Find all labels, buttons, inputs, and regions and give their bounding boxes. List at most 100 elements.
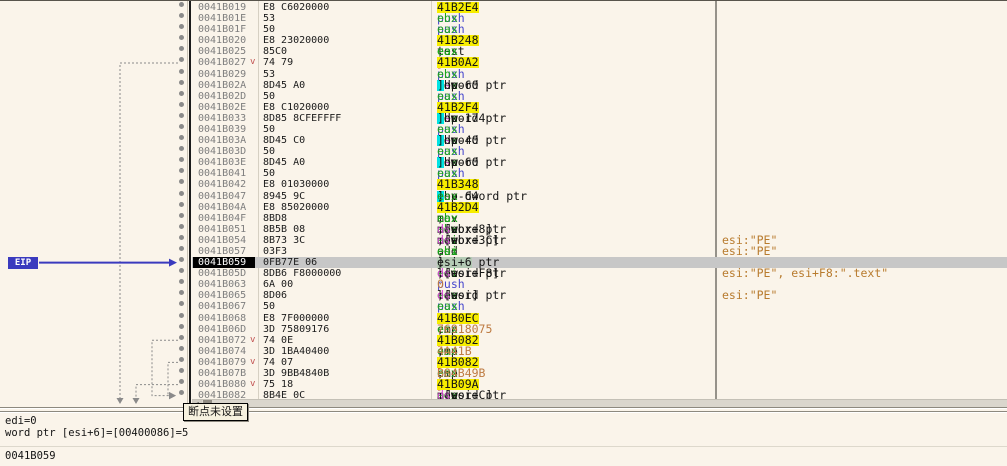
disasm-row[interactable]: 0041B02D50push eax (0, 91, 1007, 102)
breakpoint-dot[interactable] (179, 168, 184, 173)
breakpoint-dot[interactable] (179, 335, 184, 340)
disasm-row[interactable]: 0041B06D3D 75809176cmp eax,76918075 (0, 324, 1007, 335)
disasm-row[interactable]: 0041B02A8D45 A0lea eax,dword ptr ss:[ebp… (0, 80, 1007, 91)
address: 0041B054 (198, 235, 256, 246)
address: 0041B01E (198, 13, 256, 24)
address: 0041B03E (198, 157, 256, 168)
breakpoint-dot[interactable] (179, 146, 184, 151)
disasm-row[interactable]: 0041B01F50push eax (0, 24, 1007, 35)
instruction-bytes: 8DB6 F8000000 (263, 268, 341, 279)
breakpoint-dot[interactable] (179, 13, 184, 18)
h-scrollbar[interactable]: ◄ (192, 399, 1007, 407)
breakpoint-dot[interactable] (179, 91, 184, 96)
breakpoint-dot[interactable] (179, 124, 184, 129)
breakpoint-dot[interactable] (179, 157, 184, 162)
disasm-row[interactable]: 0041B02585C0test eax,eax (0, 46, 1007, 57)
breakpoint-dot[interactable] (179, 268, 184, 273)
breakpoint-dot[interactable] (179, 313, 184, 318)
address: 0041B02D (198, 91, 256, 102)
instruction-bytes: E8 23020000 (263, 35, 329, 46)
instruction-bytes: 50 (263, 168, 275, 179)
address: 0041B03A (198, 135, 256, 146)
disasm-row[interactable]: 0041B04AE8 85020000call 41B2D4 (0, 202, 1007, 213)
instruction-bytes: 50 (263, 301, 275, 312)
address: 0041B027 (198, 57, 256, 68)
disasm-row[interactable]: 0041B04150push eax (0, 168, 1007, 179)
breakpoint-dot[interactable] (179, 179, 184, 184)
disasm-row[interactable]: 0041B0743D 1BA40400cmp eax,4A41B (0, 346, 1007, 357)
breakpoint-dot[interactable] (179, 368, 184, 373)
address: 0041B033 (198, 113, 256, 124)
instruction-bytes: 0FB77E 06 (263, 257, 317, 268)
disasm-row[interactable]: 0041B0548B73 3Cmov esi,dword ptr ds:[ebx… (0, 235, 1007, 246)
address: 0041B02E (198, 102, 256, 113)
disasm-row[interactable]: 0041B019E8 C6020000call 41B2E4 (0, 2, 1007, 13)
address: 0041B04F (198, 213, 256, 224)
info-memory-value: word ptr [esi+6]=[00400086]=5 (5, 427, 188, 439)
disasm-row[interactable]: 0041B01E53push ebx (0, 13, 1007, 24)
instruction-bytes: 8D45 C0 (263, 135, 305, 146)
breakpoint-dot[interactable] (179, 290, 184, 295)
address: 0041B072 (198, 335, 256, 346)
disasm-row[interactable]: 0041B027v74 79je 41B0A2 (0, 57, 1007, 68)
breakpoint-dot[interactable] (179, 102, 184, 107)
comment: esi:"PE" (722, 290, 777, 301)
disasm-row[interactable]: 0041B020E8 23020000call 41B248 (0, 35, 1007, 46)
breakpoint-dot[interactable] (179, 279, 184, 284)
address: 0041B05D (198, 268, 256, 279)
disasm-row[interactable]: 0041B068E8 7F000000call 41B0EC (0, 313, 1007, 324)
instruction-bytes: E8 7F000000 (263, 313, 329, 324)
instruction-bytes: E8 85020000 (263, 202, 329, 213)
instruction-bytes: 75 18 (263, 379, 293, 390)
breakpoint-dot[interactable] (179, 235, 184, 240)
instruction-bytes: 3D 75809176 (263, 324, 329, 335)
breakpoint-dot[interactable] (179, 69, 184, 74)
comment: esi:"PE" (722, 246, 777, 257)
breakpoint-dot[interactable] (179, 46, 184, 51)
address: 0041B02A (198, 80, 256, 91)
breakpoint-dot[interactable] (179, 301, 184, 306)
instruction-bytes: 8D06 (263, 290, 287, 301)
breakpoint-dot[interactable] (179, 357, 184, 362)
address: 0041B06D (198, 324, 256, 335)
address: 0041B029 (198, 69, 256, 80)
breakpoint-dot[interactable] (179, 113, 184, 118)
disasm-row[interactable]: 0041B072v74 0Eje 41B082 (0, 335, 1007, 346)
instruction-bytes: 50 (263, 91, 275, 102)
breakpoint-dot[interactable] (179, 202, 184, 207)
disasm-row[interactable]: 0041B0478945 9Cmov dword ptr ss:[ebp-64]… (0, 191, 1007, 202)
info-panel-separator (0, 446, 1007, 447)
breakpoint-dot[interactable] (179, 24, 184, 29)
breakpoint-dot[interactable] (179, 135, 184, 140)
address: 0041B042 (198, 179, 256, 190)
disasm-row[interactable]: 0041B079v74 07je 41B082 (0, 357, 1007, 368)
breakpoint-dot[interactable] (179, 2, 184, 7)
comment: esi:"PE", esi+F8:".text" (722, 268, 888, 279)
breakpoint-dot[interactable] (179, 324, 184, 329)
breakpoint-dot[interactable] (179, 80, 184, 85)
disasm-row[interactable]: 0041B03A8D45 C0lea eax,dword ptr ss:[ebp… (0, 135, 1007, 146)
address: 0041B057 (198, 246, 256, 257)
breakpoint-dot[interactable] (179, 57, 184, 62)
breakpoint-dot[interactable] (179, 224, 184, 229)
pane-bottom-border-light (0, 408, 1007, 409)
disasm-row[interactable]: 0041B05D8DB6 F8000000lea esi,dword ptr d… (0, 268, 1007, 279)
disasm-row[interactable]: 0041B0338D85 8CFEFFFFlea eax,dword ptr s… (0, 113, 1007, 124)
address: 0041B020 (198, 35, 256, 46)
breakpoint-dot[interactable] (179, 379, 184, 384)
breakpoint-dot[interactable] (179, 191, 184, 196)
disasm-row[interactable]: 0041B03E8D45 A0lea eax,dword ptr ss:[ebp… (0, 157, 1007, 168)
breakpoint-dot[interactable] (179, 257, 184, 262)
disasm-row[interactable]: 0041B0658D06lea eax,dword ptr ds:[esi]es… (0, 290, 1007, 301)
breakpoint-dot[interactable] (179, 246, 184, 251)
breakpoint-dot[interactable] (179, 35, 184, 40)
instruction-bytes: 8D45 A0 (263, 80, 305, 91)
disasm-row[interactable]: 0041B06750push eax (0, 301, 1007, 312)
breakpoint-dot[interactable] (179, 346, 184, 351)
info-register-value: edi=0 (5, 415, 37, 427)
jump-down-marker-icon: v (250, 379, 255, 390)
address: 0041B080 (198, 379, 256, 390)
breakpoint-dot[interactable] (179, 390, 184, 395)
disasm-row[interactable]: 0041B07B3D 9BB4840Bcmp eax,B84B49B (0, 368, 1007, 379)
breakpoint-dot[interactable] (179, 213, 184, 218)
